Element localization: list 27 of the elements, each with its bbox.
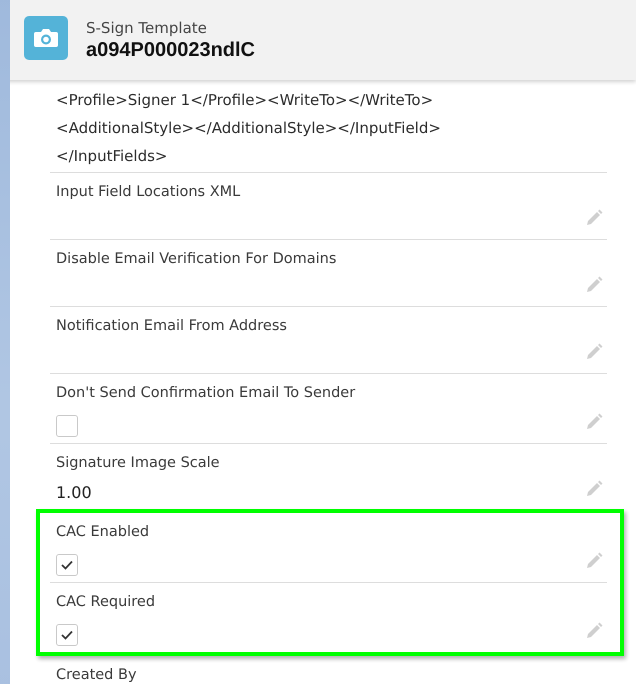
camera-icon [24,16,68,60]
checkbox[interactable] [56,415,78,437]
field-label: CAC Enabled [56,523,150,542]
field-label: Disable Email Verification For Domains [56,250,336,269]
pencil-icon[interactable] [585,276,603,294]
field-label: Input Field Locations XML [56,183,240,202]
pencil-icon[interactable] [585,413,603,431]
field-label: Don't Send Confirmation Email To Sender [56,384,356,403]
field-value: <AdditionalStyle></AdditionalStyle></InputField> [56,118,442,139]
checkbox[interactable] [56,624,78,646]
field-value: 1.00 [56,482,92,504]
pencil-icon[interactable] [585,209,603,227]
pencil-icon[interactable] [585,343,603,361]
pencil-icon[interactable] [585,480,603,498]
record-name: a094P000023ndlC [86,38,256,62]
pencil-icon[interactable] [585,552,603,570]
field-value: </InputFields> [56,146,168,167]
checkbox[interactable] [56,554,78,576]
field-label: Created By [56,666,137,684]
checkmark-icon [61,630,73,640]
object-type: S-Sign Template [86,18,208,38]
field-value: <Profile>Signer 1</Profile><WriteTo></WriteTo> [56,90,434,111]
field-label: Notification Email From Address [56,317,287,336]
checkmark-icon [61,560,73,570]
field-label: Signature Image Scale [56,454,220,473]
pencil-icon[interactable] [585,622,603,640]
field-label: CAC Required [56,593,156,612]
